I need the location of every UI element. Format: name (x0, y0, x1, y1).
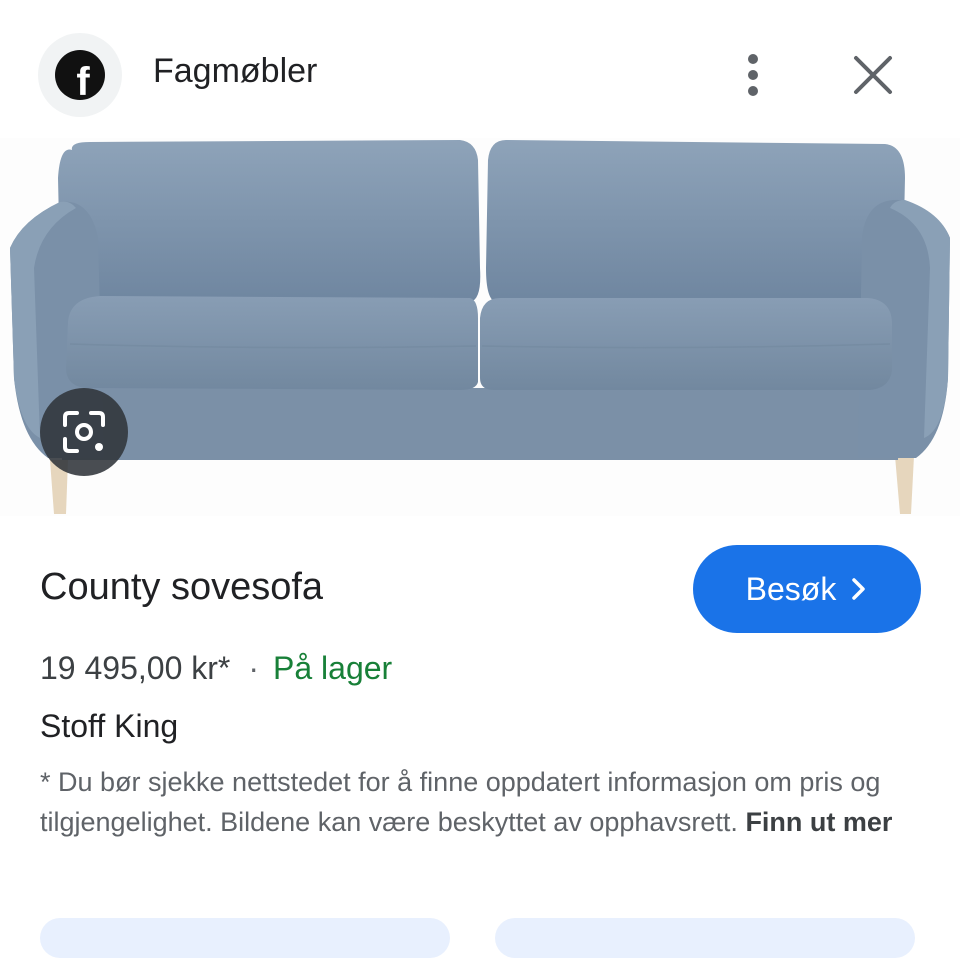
close-button[interactable] (848, 50, 898, 100)
close-icon (854, 56, 892, 94)
product-title: County sovesofa (40, 566, 324, 608)
availability-status: På lager (273, 650, 393, 686)
result-header: f Fagmøbler (0, 0, 960, 140)
price-row: 19 495,00 kr* · På lager (40, 650, 392, 687)
source-logo[interactable]: f (38, 33, 122, 117)
more-options-button[interactable] (728, 50, 778, 100)
product-image[interactable] (0, 138, 960, 516)
related-chip[interactable] (495, 918, 915, 958)
product-material: Stoff King (40, 708, 179, 744)
chevron-right-icon (852, 578, 866, 600)
google-lens-icon (63, 411, 105, 453)
separator: · (248, 650, 260, 686)
facebook-icon: f (55, 50, 105, 100)
learn-more-link[interactable]: Finn ut mer (745, 807, 892, 837)
source-name[interactable]: Fagmøbler (153, 52, 317, 91)
google-lens-button[interactable] (40, 388, 128, 476)
sofa-illustration (10, 140, 950, 514)
related-chip[interactable] (40, 918, 450, 958)
price: 19 495,00 kr* (40, 650, 231, 686)
visit-button[interactable]: Besøk (693, 545, 921, 633)
visit-button-label: Besøk (745, 570, 837, 607)
more-vert-icon (748, 54, 758, 96)
disclaimer: * Du bør sjekke nettstedet for å finne o… (40, 762, 900, 842)
